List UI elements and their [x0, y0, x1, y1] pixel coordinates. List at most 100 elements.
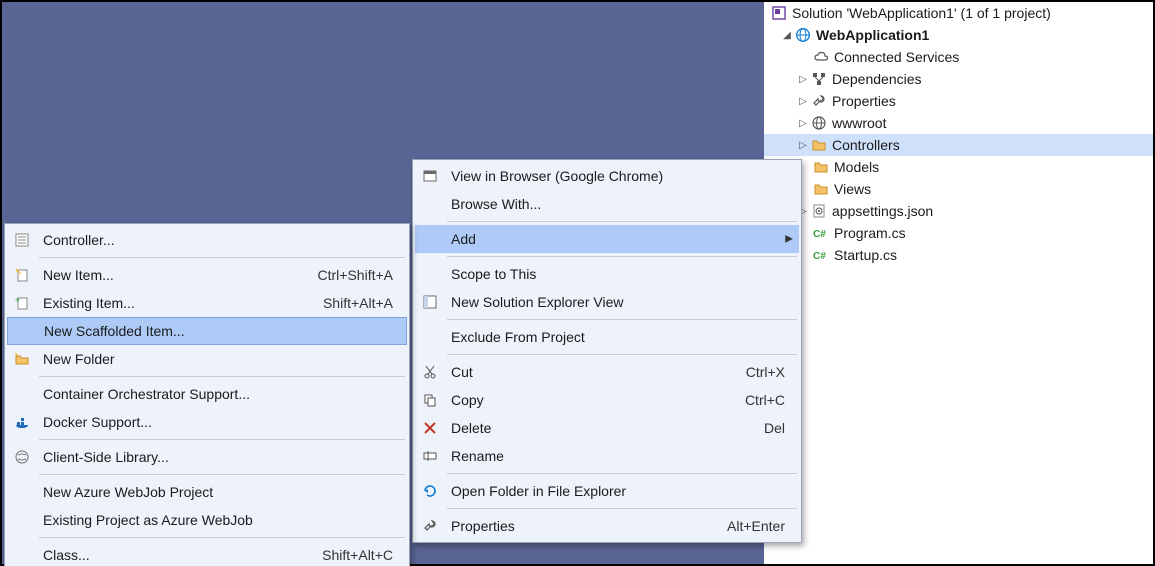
menu-existing-project-as-azure-webjob[interactable]: Existing Project as Azure WebJob [7, 506, 407, 534]
models-node[interactable]: Models [764, 156, 1153, 178]
folder-icon [810, 136, 828, 154]
menu-new-scaffolded-item[interactable]: New Scaffolded Item... [7, 317, 407, 345]
wrench-icon [810, 92, 828, 110]
aspnet-project-icon [794, 26, 812, 44]
menu-label: Scope to This [445, 266, 785, 282]
expander-open-icon[interactable]: ◢ [780, 28, 794, 42]
menu-add[interactable]: Add ▶ [415, 225, 799, 253]
menu-label: Copy [445, 392, 725, 408]
menu-shortcut: Ctrl+X [726, 364, 785, 380]
dependencies-node[interactable]: ▷ Dependencies [764, 68, 1153, 90]
menu-existing-item[interactable]: + Existing Item... Shift+Alt+A [7, 289, 407, 317]
controllers-node[interactable]: ▷ Controllers [764, 134, 1153, 156]
menu-scope-to-this[interactable]: Scope to This [415, 260, 799, 288]
menu-container-orchestrator-support[interactable]: Container Orchestrator Support... [7, 380, 407, 408]
node-label: Program.cs [834, 225, 906, 241]
new-item-icon [7, 261, 37, 289]
menu-label: Container Orchestrator Support... [37, 386, 393, 402]
menu-label: Rename [445, 448, 785, 464]
menu-label: New Item... [37, 267, 298, 283]
node-label: wwwroot [832, 115, 886, 131]
blank-icon [415, 260, 445, 288]
delete-icon [415, 414, 445, 442]
project-node[interactable]: ◢ WebApplication1 [764, 24, 1153, 46]
menu-docker-support[interactable]: Docker Support... [7, 408, 407, 436]
menu-separator [39, 474, 405, 475]
menu-rename[interactable]: Rename [415, 442, 799, 470]
menu-label: Class... [37, 547, 302, 563]
solution-view-icon [415, 288, 445, 316]
menu-shortcut: Del [744, 420, 785, 436]
menu-client-side-library[interactable]: Client-Side Library... [7, 443, 407, 471]
library-icon [7, 443, 37, 471]
menu-exclude-from-project[interactable]: Exclude From Project [415, 323, 799, 351]
menu-browse-with[interactable]: Browse With... [415, 190, 799, 218]
expander-closed-icon[interactable]: ▷ [796, 72, 810, 86]
menu-class[interactable]: Class... Shift+Alt+C [7, 541, 407, 566]
node-label: Views [834, 181, 871, 197]
node-label: Properties [832, 93, 896, 109]
existing-item-icon: + [7, 289, 37, 317]
menu-delete[interactable]: Delete Del [415, 414, 799, 442]
wrench-icon [415, 512, 445, 540]
views-node[interactable]: Views [764, 178, 1153, 200]
rename-icon [415, 442, 445, 470]
menu-separator [447, 256, 797, 257]
menu-open-folder-in-explorer[interactable]: Open Folder in File Explorer [415, 477, 799, 505]
svg-text:+: + [15, 295, 20, 305]
blank-icon [7, 506, 37, 534]
node-label: Connected Services [834, 49, 959, 65]
wwwroot-node[interactable]: ▷ wwwroot [764, 112, 1153, 134]
menu-label: Browse With... [445, 196, 785, 212]
context-menu-primary: View in Browser (Google Chrome) Browse W… [412, 159, 802, 543]
context-menu-add: Controller... New Item... Ctrl+Shift+A +… [4, 223, 410, 566]
menu-label: New Scaffolded Item... [38, 323, 392, 339]
menu-label: New Folder [37, 351, 393, 367]
appsettings-node[interactable]: ▷ appsettings.json [764, 200, 1153, 222]
menu-shortcut: Ctrl+C [725, 392, 785, 408]
submenu-arrow-icon: ▶ [785, 234, 793, 245]
menu-new-azure-webjob-project[interactable]: New Azure WebJob Project [7, 478, 407, 506]
cut-icon [415, 358, 445, 386]
blank-icon [8, 318, 38, 344]
copy-icon [415, 386, 445, 414]
menu-label: Add [445, 231, 785, 247]
menu-cut[interactable]: Cut Ctrl+X [415, 358, 799, 386]
menu-new-solution-explorer-view[interactable]: New Solution Explorer View [415, 288, 799, 316]
menu-properties[interactable]: Properties Alt+Enter [415, 512, 799, 540]
program-cs-node[interactable]: C# Program.cs [764, 222, 1153, 244]
menu-label: Delete [445, 420, 744, 436]
project-label: WebApplication1 [816, 27, 929, 43]
expander-closed-icon[interactable]: ▷ [796, 94, 810, 108]
menu-label: Client-Side Library... [37, 449, 393, 465]
expander-closed-icon[interactable]: ▷ [796, 116, 810, 130]
menu-label: Cut [445, 364, 726, 380]
startup-cs-node[interactable]: C# Startup.cs [764, 244, 1153, 266]
menu-view-in-browser[interactable]: View in Browser (Google Chrome) [415, 162, 799, 190]
menu-label: View in Browser (Google Chrome) [445, 168, 785, 184]
cloud-icon [812, 48, 830, 66]
menu-copy[interactable]: Copy Ctrl+C [415, 386, 799, 414]
properties-node[interactable]: ▷ Properties [764, 90, 1153, 112]
menu-shortcut: Shift+Alt+C [302, 547, 393, 563]
menu-controller[interactable]: Controller... [7, 226, 407, 254]
expander-closed-icon[interactable]: ▷ [796, 138, 810, 152]
connected-services-node[interactable]: Connected Services [764, 46, 1153, 68]
globe-icon [810, 114, 828, 132]
blank-icon [415, 323, 445, 351]
solution-explorer-panel: Solution 'WebApplication1' (1 of 1 proje… [764, 2, 1153, 564]
app-root: Solution 'WebApplication1' (1 of 1 proje… [0, 0, 1155, 566]
solution-node[interactable]: Solution 'WebApplication1' (1 of 1 proje… [764, 2, 1153, 24]
menu-separator [447, 473, 797, 474]
menu-new-folder[interactable]: New Folder [7, 345, 407, 373]
menu-shortcut: Shift+Alt+A [303, 295, 393, 311]
menu-shortcut: Ctrl+Shift+A [298, 267, 393, 283]
solution-title: Solution 'WebApplication1' (1 of 1 proje… [792, 5, 1051, 21]
json-file-icon [810, 202, 828, 220]
node-label: Dependencies [832, 71, 922, 87]
menu-label: Controller... [37, 232, 393, 248]
svg-text:C#: C# [813, 251, 826, 262]
menu-separator [39, 257, 405, 258]
folder-icon [812, 158, 830, 176]
menu-new-item[interactable]: New Item... Ctrl+Shift+A [7, 261, 407, 289]
